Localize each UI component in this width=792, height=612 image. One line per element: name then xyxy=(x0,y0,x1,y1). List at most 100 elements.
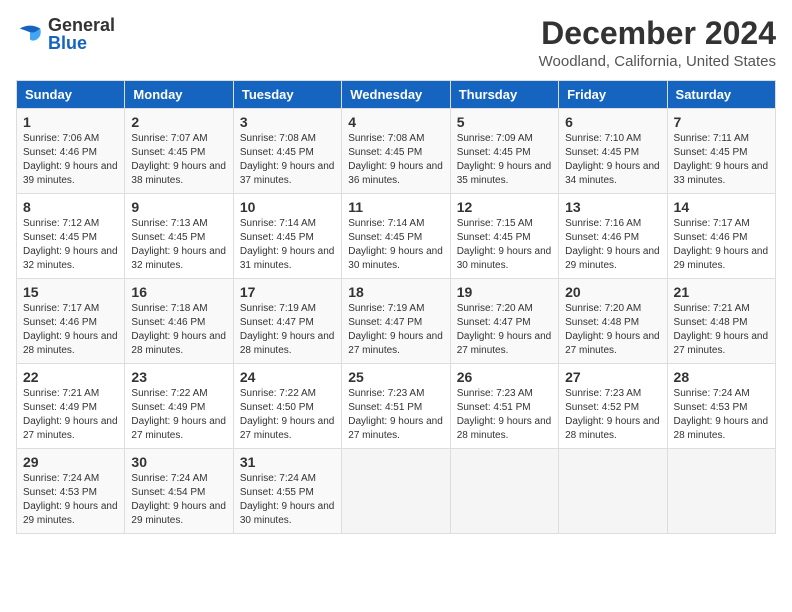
calendar-cell: 13 Sunrise: 7:16 AMSunset: 4:46 PMDaylig… xyxy=(559,194,667,279)
day-number: 30 xyxy=(131,454,226,470)
day-info: Sunrise: 7:24 AMSunset: 4:55 PMDaylight:… xyxy=(240,473,335,526)
day-info: Sunrise: 7:24 AMSunset: 4:53 PMDaylight:… xyxy=(23,473,118,526)
calendar-cell: 20 Sunrise: 7:20 AMSunset: 4:48 PMDaylig… xyxy=(559,279,667,364)
calendar-cell: 7 Sunrise: 7:11 AMSunset: 4:45 PMDayligh… xyxy=(667,109,775,194)
calendar-cell: 31 Sunrise: 7:24 AMSunset: 4:55 PMDaylig… xyxy=(233,449,341,534)
calendar-cell: 21 Sunrise: 7:21 AMSunset: 4:48 PMDaylig… xyxy=(667,279,775,364)
calendar-cell: 28 Sunrise: 7:24 AMSunset: 4:53 PMDaylig… xyxy=(667,364,775,449)
day-info: Sunrise: 7:11 AMSunset: 4:45 PMDaylight:… xyxy=(674,133,769,186)
day-number: 10 xyxy=(240,199,335,215)
calendar-week-row: 1 Sunrise: 7:06 AMSunset: 4:46 PMDayligh… xyxy=(17,109,776,194)
calendar-week-row: 22 Sunrise: 7:21 AMSunset: 4:49 PMDaylig… xyxy=(17,364,776,449)
day-info: Sunrise: 7:10 AMSunset: 4:45 PMDaylight:… xyxy=(565,133,660,186)
calendar-cell: 19 Sunrise: 7:20 AMSunset: 4:47 PMDaylig… xyxy=(450,279,558,364)
logo-icon xyxy=(16,21,44,49)
header-row: SundayMondayTuesdayWednesdayThursdayFrid… xyxy=(17,81,776,109)
day-info: Sunrise: 7:19 AMSunset: 4:47 PMDaylight:… xyxy=(348,303,443,356)
title-area: December 2024 Woodland, California, Unit… xyxy=(539,16,776,70)
day-info: Sunrise: 7:21 AMSunset: 4:49 PMDaylight:… xyxy=(23,388,118,441)
day-number: 14 xyxy=(674,199,769,215)
day-number: 12 xyxy=(457,199,552,215)
day-info: Sunrise: 7:23 AMSunset: 4:51 PMDaylight:… xyxy=(348,388,443,441)
header-day: Thursday xyxy=(450,81,558,109)
day-info: Sunrise: 7:08 AMSunset: 4:45 PMDaylight:… xyxy=(348,133,443,186)
calendar-cell: 23 Sunrise: 7:22 AMSunset: 4:49 PMDaylig… xyxy=(125,364,233,449)
day-number: 1 xyxy=(23,114,118,130)
day-info: Sunrise: 7:22 AMSunset: 4:50 PMDaylight:… xyxy=(240,388,335,441)
day-number: 8 xyxy=(23,199,118,215)
calendar-cell: 2 Sunrise: 7:07 AMSunset: 4:45 PMDayligh… xyxy=(125,109,233,194)
day-info: Sunrise: 7:23 AMSunset: 4:52 PMDaylight:… xyxy=(565,388,660,441)
calendar-cell: 6 Sunrise: 7:10 AMSunset: 4:45 PMDayligh… xyxy=(559,109,667,194)
calendar-cell: 8 Sunrise: 7:12 AMSunset: 4:45 PMDayligh… xyxy=(17,194,125,279)
calendar-cell: 1 Sunrise: 7:06 AMSunset: 4:46 PMDayligh… xyxy=(17,109,125,194)
calendar-week-row: 8 Sunrise: 7:12 AMSunset: 4:45 PMDayligh… xyxy=(17,194,776,279)
calendar-header: SundayMondayTuesdayWednesdayThursdayFrid… xyxy=(17,81,776,109)
calendar-cell xyxy=(559,449,667,534)
calendar-cell: 3 Sunrise: 7:08 AMSunset: 4:45 PMDayligh… xyxy=(233,109,341,194)
calendar-cell: 15 Sunrise: 7:17 AMSunset: 4:46 PMDaylig… xyxy=(17,279,125,364)
day-info: Sunrise: 7:20 AMSunset: 4:48 PMDaylight:… xyxy=(565,303,660,356)
day-number: 28 xyxy=(674,369,769,385)
day-number: 18 xyxy=(348,284,443,300)
day-number: 2 xyxy=(131,114,226,130)
day-number: 19 xyxy=(457,284,552,300)
day-info: Sunrise: 7:23 AMSunset: 4:51 PMDaylight:… xyxy=(457,388,552,441)
logo-general: General xyxy=(48,16,115,34)
day-number: 16 xyxy=(131,284,226,300)
header-day: Sunday xyxy=(17,81,125,109)
day-info: Sunrise: 7:13 AMSunset: 4:45 PMDaylight:… xyxy=(131,218,226,271)
day-number: 6 xyxy=(565,114,660,130)
calendar-cell: 5 Sunrise: 7:09 AMSunset: 4:45 PMDayligh… xyxy=(450,109,558,194)
calendar-cell: 24 Sunrise: 7:22 AMSunset: 4:50 PMDaylig… xyxy=(233,364,341,449)
day-number: 26 xyxy=(457,369,552,385)
day-number: 15 xyxy=(23,284,118,300)
calendar-cell xyxy=(342,449,450,534)
calendar-cell: 9 Sunrise: 7:13 AMSunset: 4:45 PMDayligh… xyxy=(125,194,233,279)
day-info: Sunrise: 7:18 AMSunset: 4:46 PMDaylight:… xyxy=(131,303,226,356)
header-day: Monday xyxy=(125,81,233,109)
day-info: Sunrise: 7:17 AMSunset: 4:46 PMDaylight:… xyxy=(674,218,769,271)
day-info: Sunrise: 7:22 AMSunset: 4:49 PMDaylight:… xyxy=(131,388,226,441)
day-info: Sunrise: 7:16 AMSunset: 4:46 PMDaylight:… xyxy=(565,218,660,271)
calendar-title: December 2024 xyxy=(539,16,776,51)
day-info: Sunrise: 7:08 AMSunset: 4:45 PMDaylight:… xyxy=(240,133,335,186)
calendar-cell: 29 Sunrise: 7:24 AMSunset: 4:53 PMDaylig… xyxy=(17,449,125,534)
calendar-cell: 22 Sunrise: 7:21 AMSunset: 4:49 PMDaylig… xyxy=(17,364,125,449)
calendar-cell: 30 Sunrise: 7:24 AMSunset: 4:54 PMDaylig… xyxy=(125,449,233,534)
day-info: Sunrise: 7:17 AMSunset: 4:46 PMDaylight:… xyxy=(23,303,118,356)
day-info: Sunrise: 7:19 AMSunset: 4:47 PMDaylight:… xyxy=(240,303,335,356)
day-number: 27 xyxy=(565,369,660,385)
calendar-cell: 27 Sunrise: 7:23 AMSunset: 4:52 PMDaylig… xyxy=(559,364,667,449)
calendar-body: 1 Sunrise: 7:06 AMSunset: 4:46 PMDayligh… xyxy=(17,109,776,534)
day-info: Sunrise: 7:24 AMSunset: 4:54 PMDaylight:… xyxy=(131,473,226,526)
calendar-cell: 16 Sunrise: 7:18 AMSunset: 4:46 PMDaylig… xyxy=(125,279,233,364)
calendar-subtitle: Woodland, California, United States xyxy=(539,53,776,70)
day-info: Sunrise: 7:07 AMSunset: 4:45 PMDaylight:… xyxy=(131,133,226,186)
calendar-week-row: 29 Sunrise: 7:24 AMSunset: 4:53 PMDaylig… xyxy=(17,449,776,534)
day-info: Sunrise: 7:12 AMSunset: 4:45 PMDaylight:… xyxy=(23,218,118,271)
day-info: Sunrise: 7:21 AMSunset: 4:48 PMDaylight:… xyxy=(674,303,769,356)
header-day: Tuesday xyxy=(233,81,341,109)
calendar-cell: 17 Sunrise: 7:19 AMSunset: 4:47 PMDaylig… xyxy=(233,279,341,364)
day-number: 25 xyxy=(348,369,443,385)
day-number: 29 xyxy=(23,454,118,470)
calendar-cell: 10 Sunrise: 7:14 AMSunset: 4:45 PMDaylig… xyxy=(233,194,341,279)
day-number: 5 xyxy=(457,114,552,130)
calendar-cell: 14 Sunrise: 7:17 AMSunset: 4:46 PMDaylig… xyxy=(667,194,775,279)
day-number: 3 xyxy=(240,114,335,130)
logo-blue: Blue xyxy=(48,33,87,53)
day-number: 23 xyxy=(131,369,226,385)
day-number: 21 xyxy=(674,284,769,300)
calendar-cell: 12 Sunrise: 7:15 AMSunset: 4:45 PMDaylig… xyxy=(450,194,558,279)
calendar-cell xyxy=(450,449,558,534)
day-info: Sunrise: 7:06 AMSunset: 4:46 PMDaylight:… xyxy=(23,133,118,186)
calendar-table: SundayMondayTuesdayWednesdayThursdayFrid… xyxy=(16,80,776,534)
header-day: Saturday xyxy=(667,81,775,109)
calendar-cell: 25 Sunrise: 7:23 AMSunset: 4:51 PMDaylig… xyxy=(342,364,450,449)
day-number: 9 xyxy=(131,199,226,215)
day-number: 7 xyxy=(674,114,769,130)
calendar-cell xyxy=(667,449,775,534)
header-day: Wednesday xyxy=(342,81,450,109)
day-number: 31 xyxy=(240,454,335,470)
